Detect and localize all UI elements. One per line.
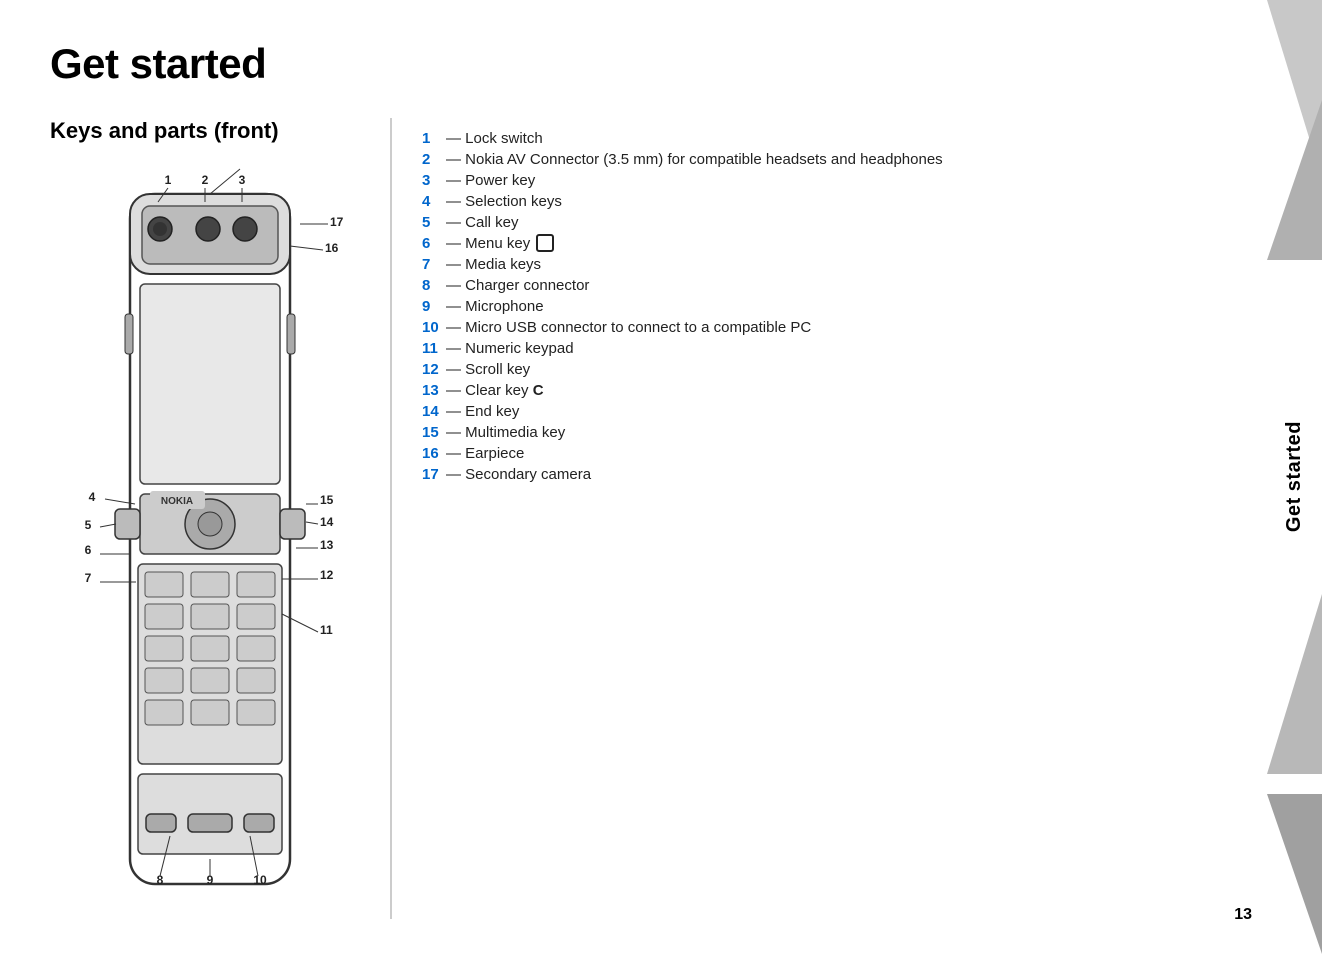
legend-number: 12 — [422, 359, 442, 380]
legend-item: 9— Microphone — [422, 296, 1267, 317]
legend-container: 1— Lock switch2— Nokia AV Connector (3.5… — [422, 128, 1267, 485]
phone-section: Keys and parts (front) — [50, 118, 370, 919]
legend-item: 3— Power key — [422, 170, 1267, 191]
legend-text: — Charger connector — [446, 275, 589, 296]
legend-item: 11— Numeric keypad — [422, 338, 1267, 359]
legend-number: 17 — [422, 464, 442, 485]
legend-text: — Micro USB connector to connect to a co… — [446, 317, 811, 338]
legend-text: — Scroll key — [446, 359, 530, 380]
svg-text:5: 5 — [85, 518, 92, 532]
legend-text: — Microphone — [446, 296, 544, 317]
legend-text: — Power key — [446, 170, 535, 191]
legend-text: — Earpiece — [446, 443, 524, 464]
svg-text:16: 16 — [325, 241, 339, 255]
sidebar-tab: Get started — [1267, 0, 1322, 954]
legend-item: 4— Selection keys — [422, 191, 1267, 212]
tri-mid-top — [1267, 100, 1322, 260]
tri-mid-bot — [1267, 594, 1322, 774]
svg-text:10: 10 — [253, 873, 267, 887]
main-content: Get started Keys and parts (front) — [0, 0, 1267, 954]
legend-item: 17— Secondary camera — [422, 464, 1267, 485]
svg-text:3: 3 — [239, 173, 246, 187]
legend-text: — End key — [446, 401, 519, 422]
page-number: 13 — [1234, 906, 1252, 924]
legend-item: 6— Menu key — [422, 233, 1267, 254]
legend-text: — Multimedia key — [446, 422, 565, 443]
legend-number: 3 — [422, 170, 442, 191]
legend-number: 2 — [422, 149, 442, 170]
svg-text:NOKIA: NOKIA — [161, 496, 193, 507]
svg-text:6: 6 — [85, 543, 92, 557]
svg-text:13: 13 — [320, 538, 334, 552]
svg-text:12: 12 — [320, 568, 334, 582]
legend-text: — Nokia AV Connector (3.5 mm) for compat… — [446, 149, 943, 170]
legend-text: — Lock switch — [446, 128, 543, 149]
legend-number: 13 — [422, 380, 442, 401]
svg-text:2: 2 — [202, 173, 209, 187]
legend-section: 1— Lock switch2— Nokia AV Connector (3.5… — [390, 118, 1267, 919]
legend-text: — Media keys — [446, 254, 541, 275]
legend-text: — Numeric keypad — [446, 338, 574, 359]
legend-number: 4 — [422, 191, 442, 212]
legend-text: — Menu key — [446, 233, 554, 254]
legend-text: — Selection keys — [446, 191, 562, 212]
svg-text:14: 14 — [320, 515, 334, 529]
legend-item: 10— Micro USB connector to connect to a … — [422, 317, 1267, 338]
legend-text: — Clear key C — [446, 380, 544, 401]
phone-diagram: NOKIA — [70, 164, 350, 919]
legend-number: 9 — [422, 296, 442, 317]
legend-item: 7— Media keys — [422, 254, 1267, 275]
legend-item: 12— Scroll key — [422, 359, 1267, 380]
svg-text:11: 11 — [320, 623, 333, 637]
legend-item: 8— Charger connector — [422, 275, 1267, 296]
legend-item: 2— Nokia AV Connector (3.5 mm) for compa… — [422, 149, 1267, 170]
legend-number: 5 — [422, 212, 442, 233]
legend-number: 14 — [422, 401, 442, 422]
phone-illustration-svg: NOKIA — [70, 164, 350, 914]
legend-number: 6 — [422, 233, 442, 254]
page-container: Get started Keys and parts (front) — [0, 0, 1322, 954]
svg-text:17: 17 — [330, 215, 344, 229]
legend-number: 16 — [422, 443, 442, 464]
legend-text: — Secondary camera — [446, 464, 591, 485]
sidebar-label: Get started — [1275, 406, 1314, 547]
legend-number: 1 — [422, 128, 442, 149]
legend-item: 16— Earpiece — [422, 443, 1267, 464]
content-body: Keys and parts (front) — [50, 118, 1267, 919]
legend-number: 15 — [422, 422, 442, 443]
svg-text:1: 1 — [165, 173, 172, 187]
legend-number: 8 — [422, 275, 442, 296]
legend-number: 11 — [422, 338, 442, 359]
svg-text:7: 7 — [85, 571, 92, 585]
legend-item: 15— Multimedia key — [422, 422, 1267, 443]
svg-text:4: 4 — [89, 490, 96, 504]
legend-item: 5— Call key — [422, 212, 1267, 233]
tri-bot — [1267, 794, 1322, 954]
page-title: Get started — [50, 40, 1267, 88]
legend-item: 14— End key — [422, 401, 1267, 422]
tab-label-container: Get started — [1267, 377, 1322, 577]
svg-text:15: 15 — [320, 493, 334, 507]
section-title: Keys and parts (front) — [50, 118, 370, 144]
legend-item: 1— Lock switch — [422, 128, 1267, 149]
legend-text: — Call key — [446, 212, 519, 233]
legend-number: 10 — [422, 317, 442, 338]
legend-item: 13— Clear key C — [422, 380, 1267, 401]
legend-number: 7 — [422, 254, 442, 275]
